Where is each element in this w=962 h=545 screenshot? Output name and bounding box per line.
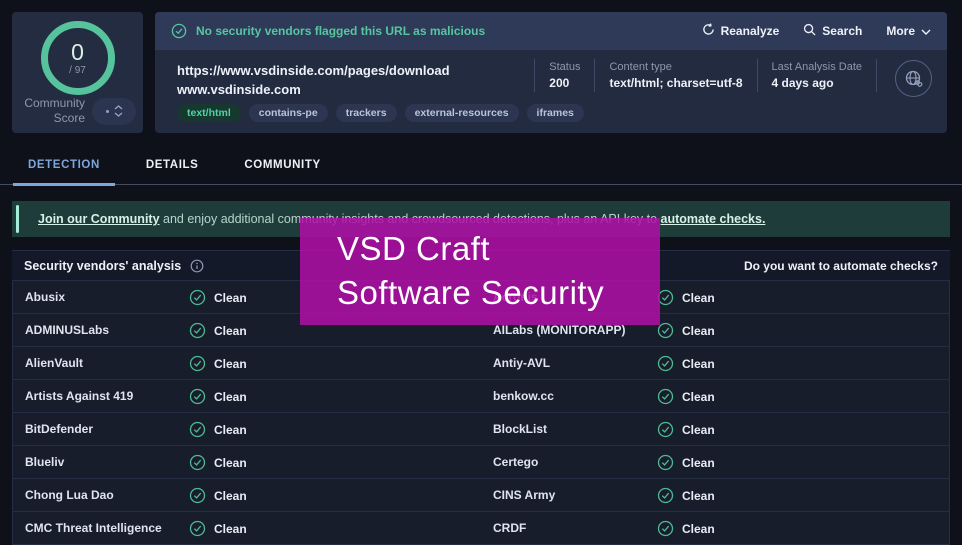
vote-updown-icon bbox=[114, 105, 123, 117]
tag-external-resources[interactable]: external-resources bbox=[404, 104, 519, 122]
vendor-row: Chong Lua Dao Clean CINS Army Clean bbox=[13, 479, 949, 512]
analyzed-url: https://www.vsdinside.com/pages/download bbox=[177, 63, 450, 78]
vendor-status: Clean bbox=[682, 389, 715, 404]
automate-checks-link[interactable]: automate checks. bbox=[661, 212, 766, 226]
meta-status: Status 200 bbox=[534, 59, 594, 92]
vendor-name: CINS Army bbox=[493, 488, 556, 502]
vendor-status: Clean bbox=[214, 488, 247, 503]
vendor-status: Clean bbox=[214, 422, 247, 437]
vendors-analysis-title: Security vendors' analysis bbox=[24, 258, 182, 273]
vendor-status: Clean bbox=[214, 323, 247, 338]
clean-check-icon bbox=[657, 388, 674, 405]
tab-community[interactable]: COMMUNITY bbox=[229, 146, 335, 184]
clean-check-icon bbox=[189, 421, 206, 438]
vendor-status: Clean bbox=[214, 455, 247, 470]
community-score-label: Community Score bbox=[24, 96, 85, 125]
vendor-name: CRDF bbox=[493, 521, 527, 535]
vendor-status: Clean bbox=[682, 455, 715, 470]
vendor-status: Clean bbox=[214, 389, 247, 404]
report-header-card: No security vendors flagged this URL as … bbox=[155, 12, 947, 133]
vendor-status: Clean bbox=[214, 521, 247, 536]
clean-check-icon bbox=[189, 520, 206, 537]
vendor-row: Blueliv Clean Certego Clean bbox=[13, 446, 949, 479]
analysis-meta: Status 200 Content type text/html; chars… bbox=[534, 59, 877, 92]
reanalyze-button[interactable]: Reanalyze bbox=[702, 23, 779, 39]
join-community-link[interactable]: Join our Community bbox=[38, 212, 160, 226]
vendor-name: Artists Against 419 bbox=[25, 389, 134, 403]
score-value: 0 bbox=[71, 39, 84, 65]
check-circle-icon bbox=[171, 23, 187, 39]
clean-check-icon bbox=[189, 355, 206, 372]
score-ring: 0 / 97 bbox=[40, 21, 115, 95]
report-tabs: DETECTION DETAILS COMMUNITY bbox=[0, 146, 962, 186]
vendor-name: BlockList bbox=[493, 422, 548, 436]
vendor-row: BitDefender Clean BlockList Clean bbox=[13, 413, 949, 446]
watermark-overlay: VSD Craft Software Security bbox=[300, 218, 660, 325]
vendor-status: Clean bbox=[682, 323, 715, 338]
tag-list: text/html contains-pe trackers external-… bbox=[177, 104, 584, 122]
tag-iframes[interactable]: iframes bbox=[526, 104, 584, 122]
meta-last-analysis-date: Last Analysis Date 4 days ago bbox=[756, 59, 877, 92]
vendor-name: Chong Lua Dao bbox=[25, 488, 114, 502]
vendor-name: CMC Threat Intelligence bbox=[25, 521, 162, 535]
vendor-name: BitDefender bbox=[25, 422, 94, 436]
vendor-status: Clean bbox=[682, 488, 715, 503]
verdict-message: No security vendors flagged this URL as … bbox=[196, 24, 486, 38]
vendor-status: Clean bbox=[682, 521, 715, 536]
vendor-status: Clean bbox=[214, 356, 247, 371]
meta-content-type: Content type text/html; charset=utf-8 bbox=[594, 59, 756, 92]
vendor-name: ADMINUSLabs bbox=[25, 323, 110, 337]
score-denominator: / 97 bbox=[69, 65, 86, 76]
globe-link-icon[interactable] bbox=[895, 60, 932, 97]
vendor-name: Certego bbox=[493, 455, 539, 469]
virustotal-url-report: 0 / 97 Community Score No security vendo… bbox=[0, 0, 962, 545]
clean-check-icon bbox=[189, 322, 206, 339]
watermark-line2: Software Security bbox=[337, 274, 605, 311]
clean-check-icon bbox=[657, 520, 674, 537]
tag-contains-pe[interactable]: contains-pe bbox=[248, 104, 328, 122]
vendor-name: Abusix bbox=[25, 290, 66, 304]
info-icon[interactable] bbox=[190, 259, 204, 273]
search-button[interactable]: Search bbox=[803, 23, 862, 39]
vendor-row: Artists Against 419 Clean benkow.cc Clean bbox=[13, 380, 949, 413]
clean-check-icon bbox=[657, 487, 674, 504]
vendor-status: Clean bbox=[682, 422, 715, 437]
clean-check-icon bbox=[657, 355, 674, 372]
clean-check-icon bbox=[189, 388, 206, 405]
analyzed-domain: www.vsdinside.com bbox=[177, 82, 301, 97]
community-score-card: 0 / 97 Community Score bbox=[12, 12, 143, 133]
clean-check-icon bbox=[657, 421, 674, 438]
watermark-line1: VSD Craft bbox=[337, 230, 491, 267]
vendor-status: Clean bbox=[682, 290, 715, 305]
vendor-name: Antiy-AVL bbox=[493, 356, 551, 370]
tag-text-html[interactable]: text/html bbox=[177, 104, 241, 122]
vendor-name: Blueliv bbox=[25, 455, 65, 469]
vote-dot-icon bbox=[105, 109, 109, 113]
vendor-status: Clean bbox=[214, 290, 247, 305]
clean-check-icon bbox=[189, 487, 206, 504]
chevron-down-icon bbox=[921, 24, 931, 38]
refresh-icon bbox=[702, 23, 715, 39]
clean-check-icon bbox=[657, 454, 674, 471]
tag-trackers[interactable]: trackers bbox=[335, 104, 397, 122]
tab-detection[interactable]: DETECTION bbox=[13, 146, 115, 186]
vendor-row: AlienVault Clean Antiy-AVL Clean bbox=[13, 347, 949, 380]
tab-details[interactable]: DETAILS bbox=[131, 146, 214, 184]
clean-check-icon bbox=[189, 289, 206, 306]
vendor-name: AlienVault bbox=[25, 356, 84, 370]
vote-widget[interactable] bbox=[92, 97, 136, 125]
vendor-name: benkow.cc bbox=[493, 389, 554, 403]
vendor-status: Clean bbox=[682, 356, 715, 371]
clean-check-icon bbox=[189, 454, 206, 471]
vendor-row: CMC Threat Intelligence Clean CRDF Clean bbox=[13, 512, 949, 545]
search-icon bbox=[803, 23, 816, 39]
more-button[interactable]: More bbox=[886, 24, 931, 38]
automate-checks-question[interactable]: Do you want to automate checks? bbox=[744, 259, 938, 273]
verdict-banner: No security vendors flagged this URL as … bbox=[155, 12, 947, 50]
